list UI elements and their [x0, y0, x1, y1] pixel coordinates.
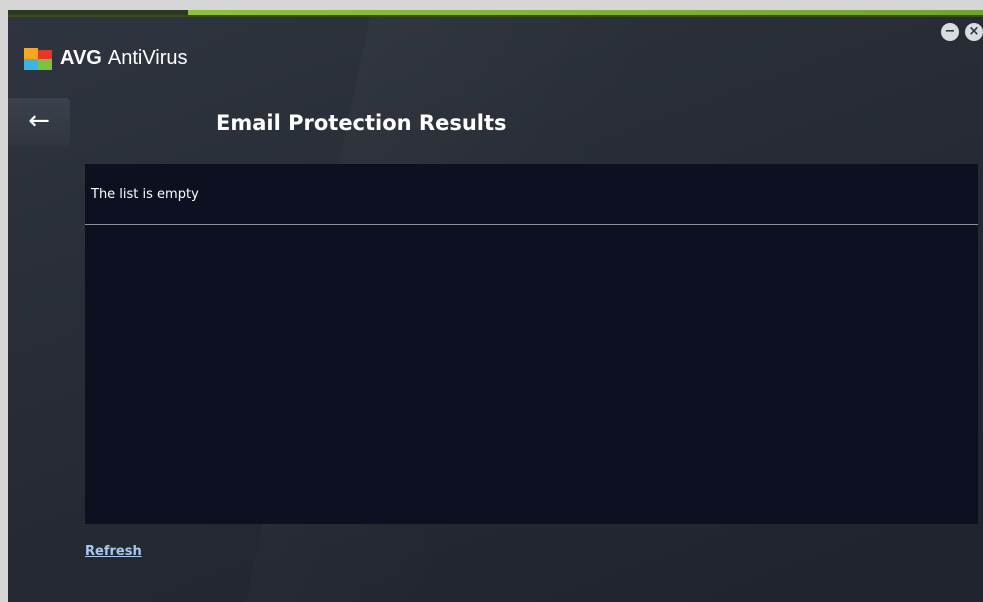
back-arrow-icon: ←	[28, 106, 50, 136]
page-title: Email Protection Results	[216, 111, 507, 135]
app-window: AVG AntiVirus − × ← Email Protection Res…	[8, 10, 983, 602]
results-list: The list is empty	[85, 164, 978, 524]
minimize-icon[interactable]: −	[941, 23, 959, 41]
back-button[interactable]: ←	[8, 98, 70, 146]
refresh-link[interactable]: Refresh	[85, 544, 142, 559]
brand-name: AVG	[60, 47, 102, 69]
window-controls: − ×	[941, 23, 983, 41]
close-icon[interactable]: ×	[965, 23, 983, 41]
avg-logo-icon	[22, 47, 56, 70]
top-accent-bar	[8, 10, 983, 17]
app-logo: AVG AntiVirus	[22, 47, 188, 70]
empty-list-message: The list is empty	[91, 186, 199, 202]
list-item: The list is empty	[85, 164, 978, 225]
product-name: AntiVirus	[107, 47, 188, 69]
